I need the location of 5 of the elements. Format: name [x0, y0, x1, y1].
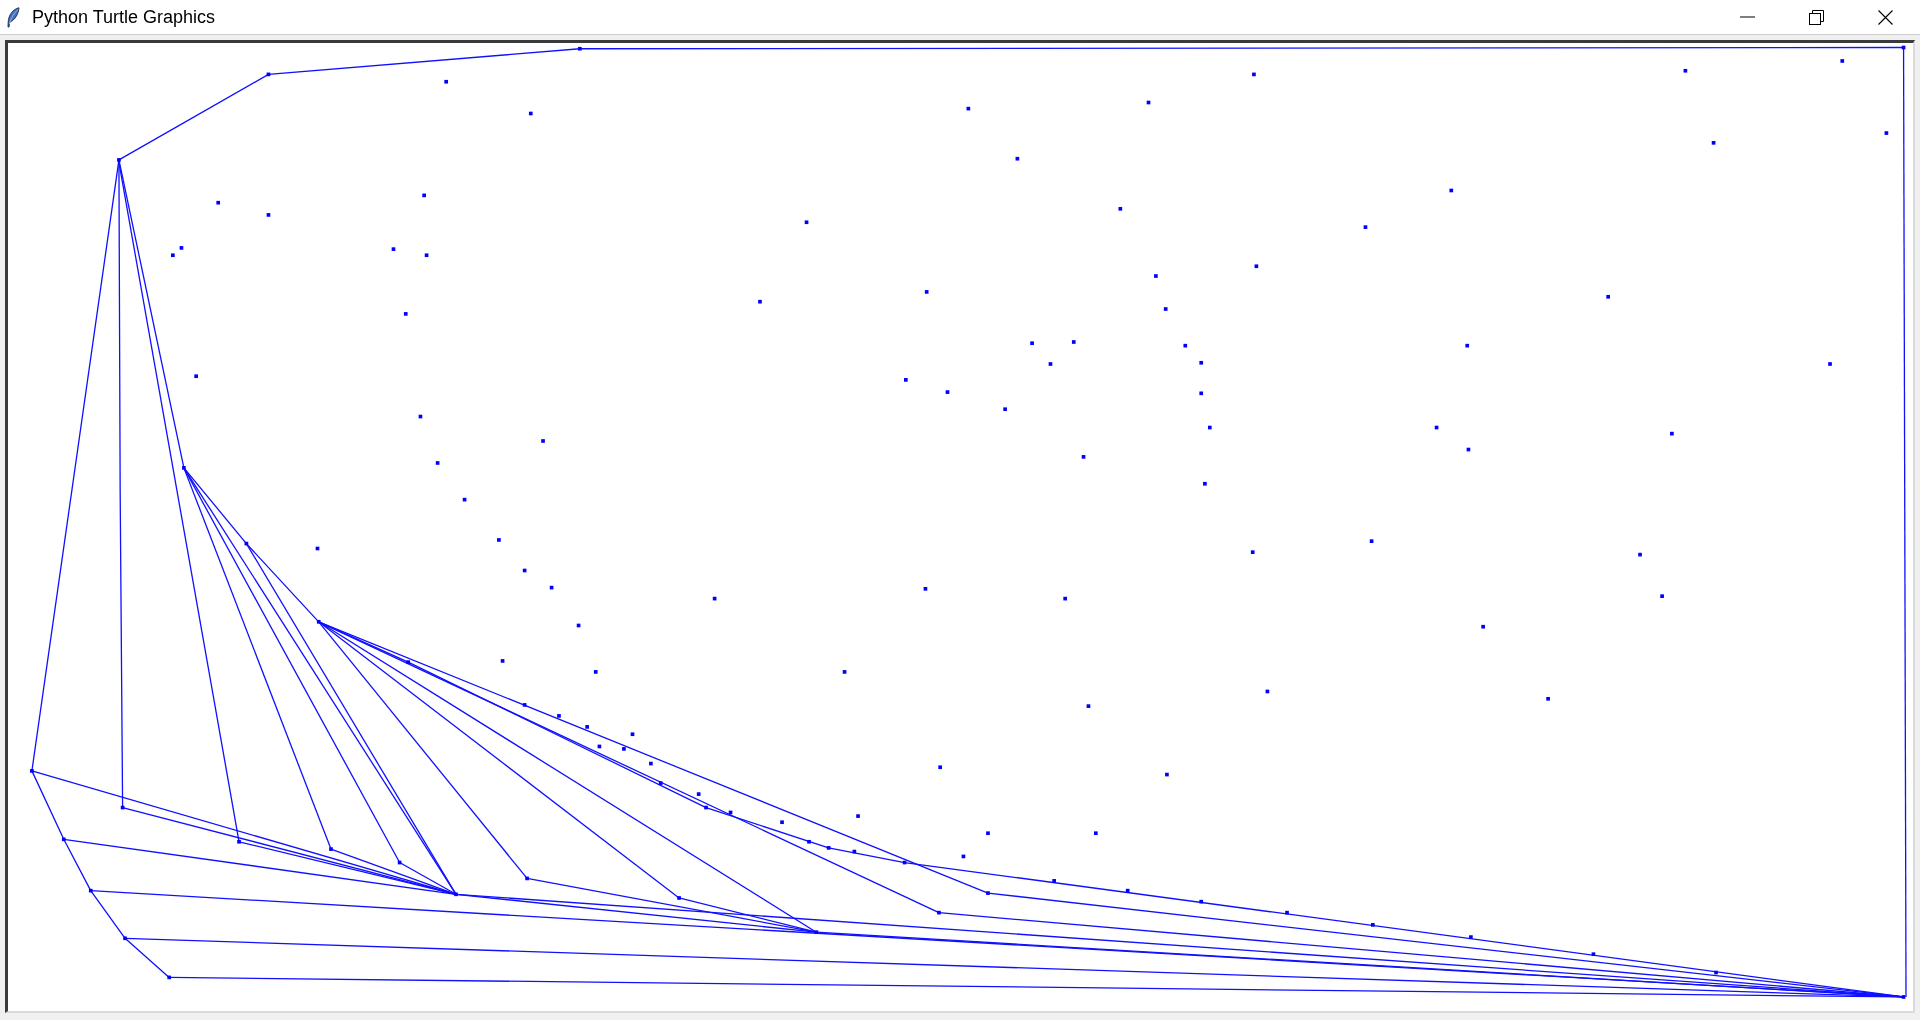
window-title: Python Turtle Graphics — [32, 8, 216, 26]
minimize-icon — [1740, 16, 1755, 18]
close-icon — [1878, 9, 1893, 25]
restore-icon — [1809, 9, 1824, 25]
feather-icon — [7, 6, 20, 28]
